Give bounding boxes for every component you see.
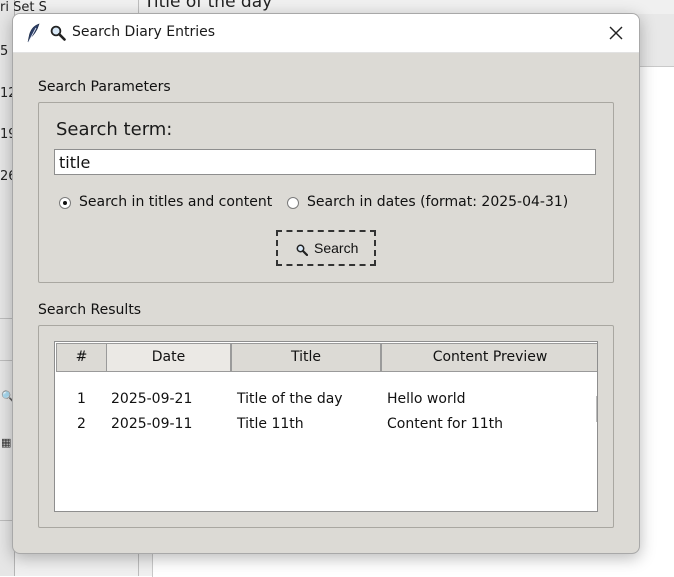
close-button[interactable] (593, 14, 639, 52)
table-row[interactable]: 2 2025-09-11 Title 11th Content for 11th (55, 412, 597, 437)
radio-label: Search in titles and content (79, 194, 273, 210)
cell-preview: Content for 11th (387, 416, 504, 432)
column-header-number[interactable]: # (56, 343, 107, 372)
close-icon (609, 26, 623, 40)
column-header-date[interactable]: Date (106, 343, 231, 372)
radio-button-checked[interactable] (59, 197, 71, 209)
column-header-title[interactable]: Title (231, 343, 381, 372)
background-entry-title: Title of the day (144, 0, 273, 12)
cell-date: 2025-09-21 (111, 391, 193, 407)
calendar-icon[interactable]: ▦ (1, 436, 11, 449)
table-header: # Date Title Content Preview (55, 342, 597, 372)
magnifier-icon (50, 25, 66, 41)
column-header-content-preview[interactable]: Content Preview (381, 343, 597, 372)
table-row[interactable]: 1 2025-09-21 Title of the day Hello worl… (55, 387, 597, 412)
radio-label: Search in dates (format: 2025-04-31) (307, 194, 569, 210)
magnifier-icon (296, 244, 308, 256)
search-input[interactable] (54, 149, 596, 175)
cell-title: Title of the day (237, 391, 343, 407)
cell-date: 2025-09-11 (111, 416, 193, 432)
cell-title: Title 11th (237, 416, 304, 432)
scrollbar-edge (596, 396, 597, 422)
calendar-day[interactable]: 5 (0, 44, 8, 59)
results-table[interactable]: # Date Title Content Preview 1 2025-09-2… (54, 341, 598, 512)
search-results-label: Search Results (38, 302, 142, 318)
radio-button-unchecked[interactable] (287, 197, 299, 209)
search-parameters-label: Search Parameters (38, 79, 171, 95)
cell-number: 1 (77, 391, 86, 407)
search-button[interactable]: Search (276, 230, 376, 266)
search-button-label: Search (314, 240, 359, 256)
dialog-title: Search Diary Entries (72, 24, 216, 40)
search-term-label: Search term: (56, 119, 173, 140)
search-dialog: Search Diary Entries Search Parameters S… (12, 13, 640, 554)
cell-number: 2 (77, 416, 86, 432)
dialog-titlebar[interactable]: Search Diary Entries (13, 14, 639, 53)
feather-icon (27, 23, 40, 43)
cell-preview: Hello world (387, 391, 466, 407)
